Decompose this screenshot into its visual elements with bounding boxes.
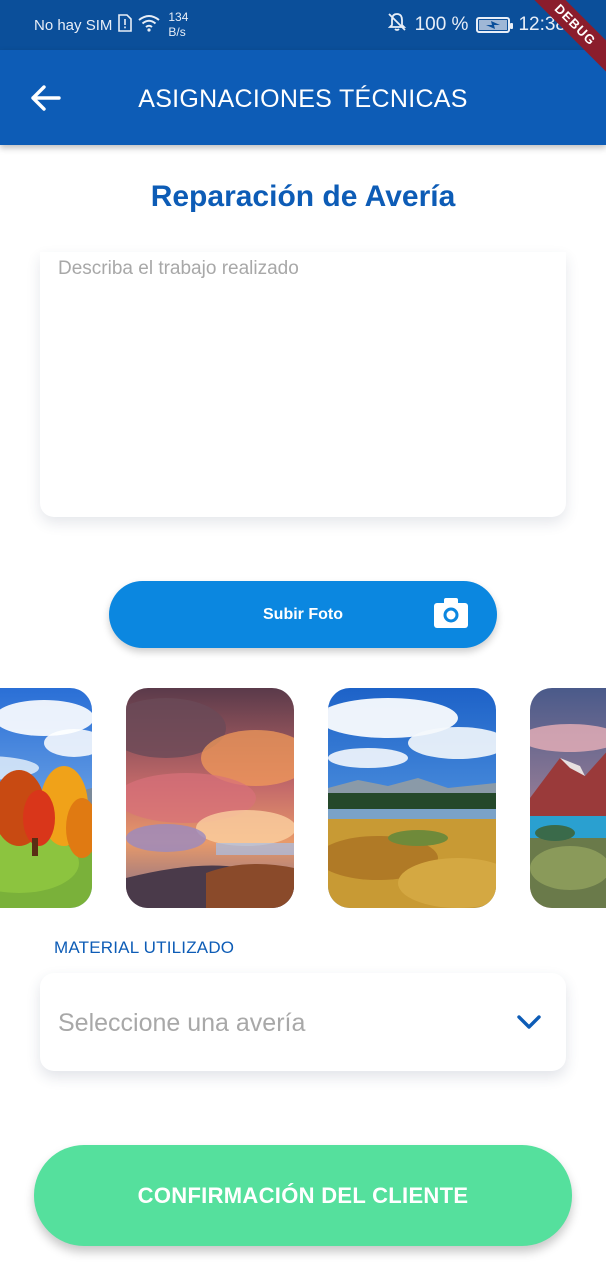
wifi-icon: [138, 14, 160, 36]
material-select-value: Seleccione una avería: [58, 1009, 306, 1037]
net-speed-value: 134: [168, 10, 189, 24]
net-speed-unit: B/s: [168, 25, 186, 39]
bell-off-icon: [387, 12, 407, 38]
battery-charging-icon: [476, 17, 514, 33]
gallery-photo-4[interactable]: [530, 688, 606, 908]
chevron-down-icon: [517, 1015, 541, 1029]
net-speed: 134 B/s: [168, 10, 188, 40]
material-label: MATERIAL UTILIZADO: [54, 938, 235, 957]
gallery-photo-2[interactable]: [126, 688, 294, 908]
description-card: [40, 252, 566, 517]
photo-gallery[interactable]: [0, 688, 606, 908]
autumn-trees-image: [0, 688, 92, 908]
page-title: Reparación de Avería: [150, 180, 456, 213]
sim-alert-icon: [118, 14, 133, 36]
status-left: No hay SIM 134 B/s: [34, 0, 188, 50]
battery-percent: 100 %: [414, 14, 469, 35]
status-right: 100 % 12:38: [387, 0, 566, 50]
material-select[interactable]: Seleccione una avería: [40, 973, 566, 1071]
work-description-input[interactable]: [40, 252, 566, 517]
gallery-photo-1[interactable]: [0, 688, 92, 908]
status-bar: No hay SIM 134 B/s 100 % 12:38: [0, 0, 606, 50]
app-bar: ASIGNACIONES TÉCNICAS: [0, 50, 606, 145]
camera-icon: [434, 598, 468, 628]
carrier-label: No hay SIM: [34, 16, 113, 34]
client-confirmation-button[interactable]: CONFIRMACIÓN DEL CLIENTE: [34, 1145, 572, 1246]
grassland-lake-image: [328, 688, 496, 908]
sunset-clouds-image: [126, 688, 294, 908]
mountain-lake-image: [530, 688, 606, 908]
app-bar-title: ASIGNACIONES TÉCNICAS: [138, 85, 468, 113]
upload-photo-button[interactable]: Subir Foto: [109, 581, 497, 648]
gallery-photo-3[interactable]: [328, 688, 496, 908]
